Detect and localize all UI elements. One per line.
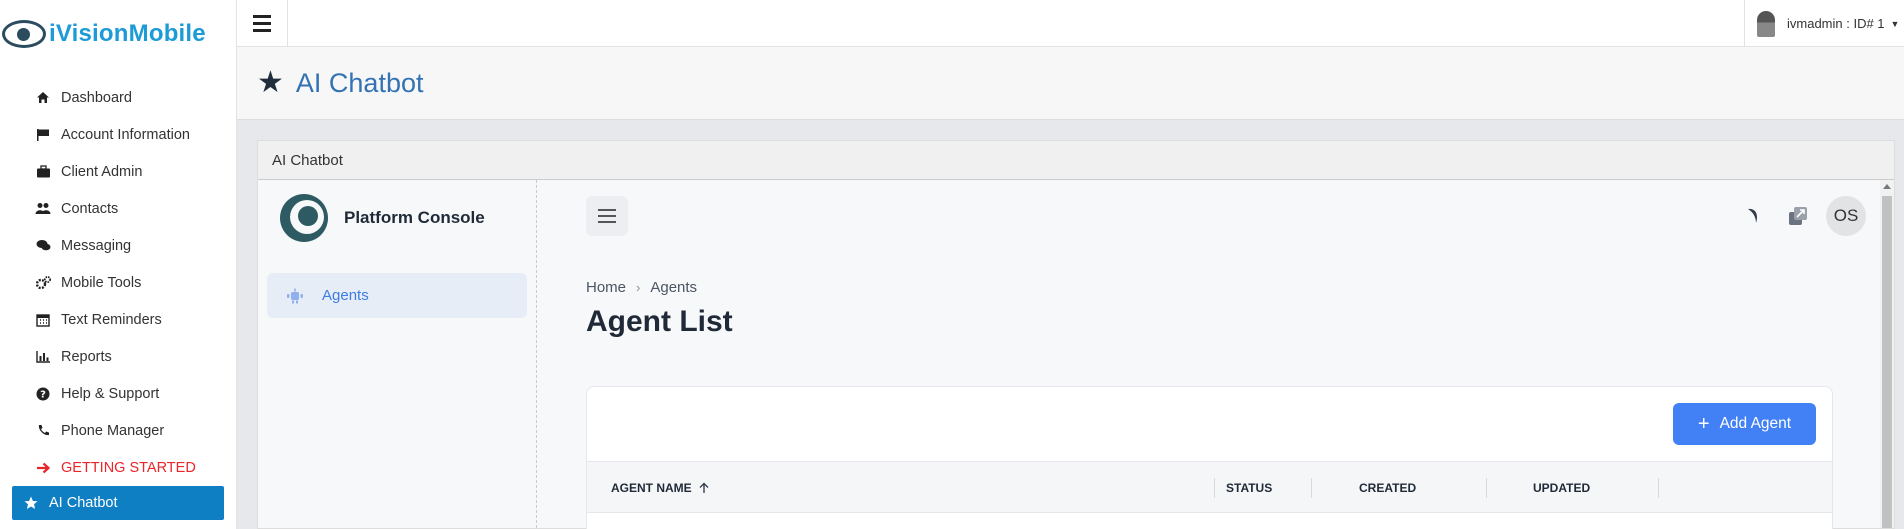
column-header-agent-name[interactable]: AGENT NAME	[611, 462, 710, 514]
cogs-icon	[34, 275, 52, 291]
brand-logo[interactable]: iVisionMobile	[0, 0, 236, 68]
arrow-right-icon	[34, 460, 52, 476]
app-brand-name: Platform Console	[344, 208, 485, 227]
top-header: ivmadmin : ID# 1 ▼	[237, 0, 1904, 47]
agent-table-card: + Add Agent AGENT NAME STATUS CREATED UP…	[586, 386, 1833, 529]
chat-icon	[34, 238, 52, 254]
sidebar-item-label: Client Admin	[61, 163, 143, 180]
main-sidebar: iVisionMobile Dashboard Account Informat…	[0, 0, 237, 529]
agent-list-title: Agent List	[586, 305, 733, 338]
column-divider	[1658, 478, 1659, 498]
sidebar-item-label: Account Information	[61, 126, 190, 143]
breadcrumb-home[interactable]: Home	[586, 279, 626, 296]
column-divider	[1311, 478, 1312, 498]
sidebar-item-help-support[interactable]: ? Help & Support	[12, 375, 224, 412]
sidebar-item-label: Reports	[61, 348, 112, 365]
scrollbar-thumb[interactable]	[1882, 196, 1892, 528]
flag-icon	[34, 127, 52, 143]
user-label: ivmadmin : ID# 1	[1787, 16, 1885, 31]
column-divider	[1486, 478, 1487, 498]
sidebar-item-text-reminders[interactable]: Text Reminders	[12, 301, 224, 338]
robot-icon	[286, 287, 304, 305]
brand-name: iVisionMobile	[49, 20, 206, 47]
sidebar-item-label: Messaging	[61, 237, 132, 254]
sidebar-item-label: Agents	[322, 287, 369, 304]
sidebar-item-label: Dashboard	[61, 89, 132, 106]
home-icon	[34, 90, 52, 106]
sidebar-item-messaging[interactable]: Messaging	[12, 227, 224, 264]
app-sidebar: Platform Console Agents	[258, 180, 537, 528]
phone-icon	[34, 423, 52, 439]
star-icon: ★	[257, 66, 284, 99]
column-header-created[interactable]: CREATED	[1359, 462, 1416, 514]
plus-icon: +	[1697, 413, 1710, 435]
sidebar-item-contacts[interactable]: Contacts	[12, 190, 224, 227]
sidebar-item-account-information[interactable]: Account Information	[12, 116, 224, 153]
vertical-scrollbar[interactable]	[1880, 180, 1894, 528]
sidebar-item-getting-started[interactable]: GETTING STARTED	[12, 449, 224, 486]
external-link-icon[interactable]	[1786, 204, 1810, 228]
chevron-right-icon: ›	[636, 280, 641, 295]
theme-toggle-icon[interactable]	[1740, 204, 1764, 228]
question-icon: ?	[34, 386, 52, 402]
table-header: AGENT NAME STATUS CREATED UPDATED	[587, 461, 1832, 513]
users-icon	[34, 201, 52, 217]
scroll-up-icon[interactable]	[1883, 184, 1891, 189]
sidebar-item-label: AI Chatbot	[49, 495, 118, 511]
app-main: OS Home › Agents Agent List + Add Agent …	[538, 180, 1880, 529]
sidebar-item-label: Mobile Tools	[61, 274, 142, 291]
user-avatar-icon	[1757, 10, 1775, 37]
bar-chart-icon	[34, 349, 52, 365]
sidebar-item-label: Phone Manager	[61, 422, 165, 439]
app-brand[interactable]: Platform Console	[258, 180, 536, 256]
sidebar-item-reports[interactable]: Reports	[12, 338, 224, 375]
platform-logo-icon	[280, 194, 328, 242]
embedded-app: Platform Console Agents OS Home › Agents…	[258, 180, 1894, 529]
breadcrumb-current: Agents	[650, 279, 698, 296]
sort-ascending-icon	[698, 482, 710, 494]
column-header-updated[interactable]: UPDATED	[1533, 462, 1590, 514]
app-toolbar: OS	[1740, 196, 1866, 236]
sidebar-item-dashboard[interactable]: Dashboard	[12, 79, 224, 116]
sidebar-item-client-admin[interactable]: Client Admin	[12, 153, 224, 190]
user-menu[interactable]: ivmadmin : ID# 1 ▼	[1744, 0, 1904, 47]
sidebar-item-phone-manager[interactable]: Phone Manager	[12, 412, 224, 449]
sidebar-item-label: Contacts	[61, 200, 119, 217]
menu-toggle-button[interactable]	[586, 196, 628, 236]
panel-title: AI Chatbot	[258, 141, 1894, 180]
column-header-status[interactable]: STATUS	[1226, 462, 1272, 514]
page-header: ★ AI Chatbot	[237, 47, 1904, 120]
breadcrumb: Home › Agents	[586, 279, 697, 296]
user-avatar[interactable]: OS	[1826, 196, 1866, 236]
sidebar-nav: Dashboard Account Information Client Adm…	[0, 79, 236, 520]
sidebar-item-ai-chatbot[interactable]: AI Chatbot	[12, 486, 224, 520]
add-agent-button[interactable]: + Add Agent	[1673, 403, 1816, 445]
sidebar-item-label: Text Reminders	[61, 311, 162, 328]
eye-logo-icon	[2, 20, 46, 48]
sidebar-item-label: GETTING STARTED	[61, 459, 196, 476]
sidebar-item-label: Help & Support	[61, 385, 160, 402]
hamburger-icon	[253, 13, 271, 34]
chatbot-panel: AI Chatbot Platform Console Agents OS Ho…	[257, 140, 1895, 529]
sidebar-item-agents[interactable]: Agents	[267, 273, 527, 318]
page-title: AI Chatbot	[295, 67, 424, 98]
caret-down-icon: ▼	[1890, 18, 1900, 29]
add-agent-label: Add Agent	[1719, 415, 1792, 432]
star-icon	[22, 495, 40, 511]
svg-text:?: ?	[40, 389, 46, 400]
sidebar-item-mobile-tools[interactable]: Mobile Tools	[12, 264, 224, 301]
column-divider	[1214, 478, 1215, 498]
sidebar-toggle-button[interactable]	[237, 0, 288, 47]
briefcase-icon	[34, 164, 52, 180]
calendar-icon	[34, 312, 52, 328]
